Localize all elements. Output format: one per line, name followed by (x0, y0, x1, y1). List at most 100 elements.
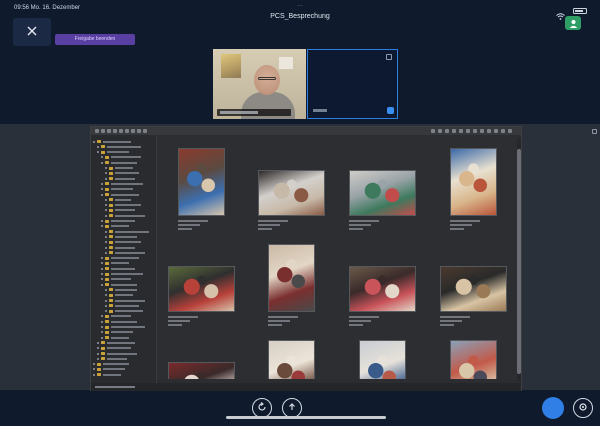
tree-item[interactable] (91, 293, 156, 298)
expand-arrow-icon[interactable] (101, 193, 103, 196)
expand-arrow-icon[interactable] (101, 315, 103, 318)
photo-thumbnail[interactable] (267, 340, 315, 379)
tree-item[interactable] (91, 319, 156, 324)
tree-item[interactable] (91, 314, 156, 319)
toolbar-icon[interactable] (501, 129, 505, 133)
tree-item[interactable] (91, 139, 156, 144)
expand-arrow-icon[interactable] (101, 262, 103, 265)
tree-item[interactable] (91, 330, 156, 335)
tree-item[interactable] (91, 144, 156, 149)
tree-item[interactable] (91, 256, 156, 261)
tree-item[interactable] (91, 272, 156, 277)
photo-thumbnail[interactable] (439, 266, 507, 312)
tree-item[interactable] (91, 166, 156, 171)
tree-item[interactable] (91, 266, 156, 271)
expand-arrow-icon[interactable] (105, 230, 107, 233)
expand-arrow-icon[interactable] (105, 304, 107, 307)
photo-thumbnail[interactable] (449, 148, 497, 216)
expand-arrow-icon[interactable] (105, 204, 107, 207)
tree-item[interactable] (91, 287, 156, 292)
expand-arrow-icon[interactable] (105, 172, 107, 175)
expand-arrow-icon[interactable] (105, 310, 107, 313)
tree-item[interactable] (91, 335, 156, 340)
toolbar-icon[interactable] (466, 129, 470, 133)
photo-thumbnail[interactable] (348, 170, 416, 216)
avatar-icon[interactable] (565, 16, 581, 30)
expand-arrow-icon[interactable] (97, 347, 99, 350)
expand-arrow-icon[interactable] (101, 182, 103, 185)
tree-item[interactable] (91, 181, 156, 186)
fullscreen-icon[interactable] (592, 129, 597, 134)
remote-video-tile[interactable] (213, 49, 306, 119)
tree-item[interactable] (91, 277, 156, 282)
expand-arrow-icon[interactable] (105, 214, 107, 217)
rotate-button[interactable] (252, 398, 272, 418)
expand-arrow-icon[interactable] (105, 294, 107, 297)
tree-item[interactable] (91, 150, 156, 155)
expand-arrow-icon[interactable] (93, 368, 95, 371)
tree-item[interactable] (91, 197, 156, 202)
tree-item[interactable] (91, 356, 156, 361)
tree-item[interactable] (91, 229, 156, 234)
toolbar-icon[interactable] (487, 129, 491, 133)
photo-thumbnail[interactable] (449, 340, 497, 379)
stop-share-button[interactable]: Freigabe beenden (55, 34, 135, 45)
expand-arrow-icon[interactable] (97, 145, 99, 148)
expand-arrow-icon[interactable] (101, 267, 103, 270)
toolbar-icon[interactable] (95, 129, 99, 133)
expand-arrow-icon[interactable] (105, 246, 107, 249)
toolbar-icon[interactable] (113, 129, 117, 133)
scrollbar[interactable] (517, 139, 521, 381)
expand-arrow-icon[interactable] (101, 336, 103, 339)
toolbar-icon[interactable] (452, 129, 456, 133)
tree-item[interactable] (91, 351, 156, 356)
tree-item[interactable] (91, 282, 156, 287)
expand-arrow-icon[interactable] (93, 140, 95, 143)
photo-thumbnail[interactable] (257, 170, 325, 216)
tree-item[interactable] (91, 219, 156, 224)
tree-item[interactable] (91, 362, 156, 367)
toolbar-icon[interactable] (494, 129, 498, 133)
pin-icon[interactable] (386, 54, 392, 60)
tree-item[interactable] (91, 325, 156, 330)
expand-arrow-icon[interactable] (105, 235, 107, 238)
tree-item[interactable] (91, 240, 156, 245)
tree-item[interactable] (91, 192, 156, 197)
tree-item[interactable] (91, 367, 156, 372)
expand-arrow-icon[interactable] (105, 177, 107, 180)
tree-item[interactable] (91, 340, 156, 345)
tree-item[interactable] (91, 346, 156, 351)
tree-item[interactable] (91, 309, 156, 314)
toolbar-icon[interactable] (508, 129, 512, 133)
tree-item[interactable] (91, 234, 156, 239)
toolbar-icon[interactable] (480, 129, 484, 133)
expand-arrow-icon[interactable] (101, 156, 103, 159)
expand-arrow-icon[interactable] (105, 299, 107, 302)
tree-item[interactable] (91, 171, 156, 176)
mic-icon[interactable] (387, 107, 394, 114)
expand-arrow-icon[interactable] (101, 257, 103, 260)
expand-arrow-icon[interactable] (101, 320, 103, 323)
photo-thumbnail[interactable] (177, 148, 225, 216)
tree-item[interactable] (91, 298, 156, 303)
expand-arrow-icon[interactable] (105, 251, 107, 254)
expand-arrow-icon[interactable] (105, 198, 107, 201)
toolbar-icon[interactable] (119, 129, 123, 133)
tree-item[interactable] (91, 208, 156, 213)
toolbar-icon[interactable] (131, 129, 135, 133)
expand-arrow-icon[interactable] (101, 283, 103, 286)
home-indicator[interactable] (226, 416, 386, 419)
expand-arrow-icon[interactable] (101, 188, 103, 191)
expand-arrow-icon[interactable] (97, 357, 99, 360)
toolbar-icon[interactable] (459, 129, 463, 133)
expand-arrow-icon[interactable] (105, 167, 107, 169)
tree-item[interactable] (91, 261, 156, 266)
photo-thumbnail[interactable] (167, 362, 235, 379)
tree-item[interactable] (91, 176, 156, 181)
expand-arrow-icon[interactable] (101, 225, 103, 228)
photo-thumbnail[interactable] (358, 340, 406, 379)
expand-arrow-icon[interactable] (101, 220, 103, 222)
expand-arrow-icon[interactable] (105, 288, 107, 291)
local-video-tile[interactable] (307, 49, 398, 119)
tree-item[interactable] (91, 250, 156, 255)
